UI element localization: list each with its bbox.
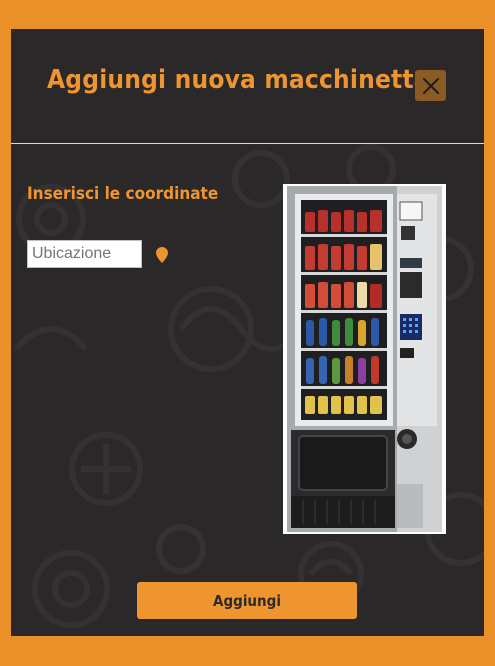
vending-machine-image bbox=[283, 184, 446, 534]
coordinates-heading: Inserisci le coordinate bbox=[27, 184, 219, 204]
close-icon bbox=[422, 77, 439, 94]
location-input[interactable] bbox=[27, 240, 142, 268]
add-button[interactable]: Aggiungi bbox=[137, 582, 357, 619]
map-pin-icon[interactable] bbox=[156, 247, 168, 263]
add-machine-modal: Aggiungi nuova macchinetta Inserisci le … bbox=[11, 29, 484, 636]
close-button[interactable] bbox=[415, 70, 446, 101]
modal-title: Aggiungi nuova macchinetta bbox=[47, 65, 430, 95]
header-divider bbox=[11, 143, 484, 144]
